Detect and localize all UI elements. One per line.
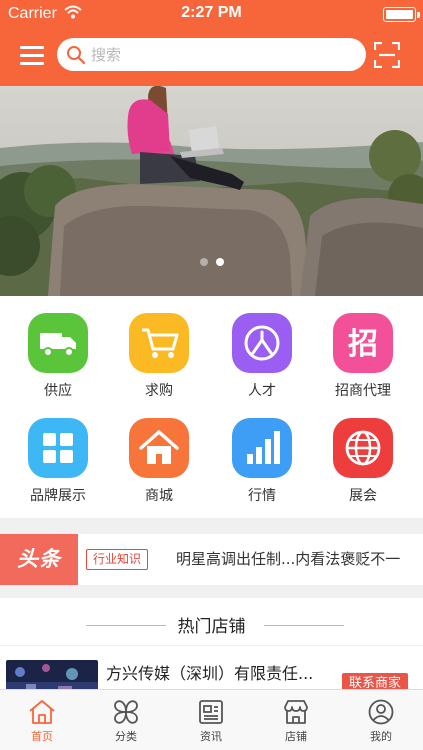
category-brand-showcase[interactable]: 品牌展示 — [5, 418, 111, 518]
carousel-dot-active[interactable] — [215, 258, 224, 266]
home-icon — [129, 418, 189, 478]
category-label: 行情 — [248, 488, 276, 504]
battery-icon — [383, 7, 420, 22]
nav-bar — [0, 30, 423, 80]
tab-categories[interactable]: 分类 — [84, 690, 168, 750]
bottom-tab-bar: 首页 分类 资讯 店铺 我的 — [0, 689, 423, 750]
bar-chart-icon — [232, 418, 292, 478]
section-title: 热门店铺 — [177, 617, 246, 637]
scan-icon[interactable] — [373, 41, 401, 69]
tab-label: 我的 — [370, 730, 392, 743]
tab-label: 首页 — [31, 730, 53, 743]
globe-icon — [333, 418, 393, 478]
category-mall[interactable]: 商城 — [106, 418, 212, 518]
carousel-dot[interactable] — [199, 258, 208, 266]
carousel-dots — [0, 251, 423, 270]
tab-label: 店铺 — [285, 730, 307, 743]
category-purchase[interactable]: 求购 — [106, 313, 212, 413]
zhao-char-icon: 招 — [333, 313, 393, 373]
category-exhibition[interactable]: 展会 — [310, 418, 416, 518]
category-label: 品牌展示 — [30, 488, 86, 504]
tab-shops[interactable]: 店铺 — [254, 690, 338, 750]
category-label: 商城 — [145, 488, 173, 504]
tab-label: 资讯 — [200, 730, 222, 743]
tab-label: 分类 — [115, 730, 137, 743]
divider — [264, 625, 344, 626]
tab-me[interactable]: 我的 — [339, 690, 423, 750]
category-label: 供应 — [44, 383, 72, 399]
category-label: 人才 — [248, 383, 276, 399]
category-market-quotes[interactable]: 行情 — [209, 418, 315, 518]
section-header: 热门店铺 — [0, 598, 423, 646]
category-label: 招商代理 — [335, 383, 391, 399]
search-icon — [66, 45, 86, 69]
app-header: Carrier 2:27 PM — [0, 0, 423, 86]
search-input[interactable] — [91, 38, 351, 71]
headline-ticker: 头条 行业知识 明星高调出任制...内看法褒贬不一 — [0, 534, 423, 585]
shopping-cart-icon — [129, 313, 189, 373]
headline-news-text[interactable]: 明星高调出任制...内看法褒贬不一 — [176, 548, 423, 569]
home-outline-icon — [29, 700, 55, 724]
shop-list-item[interactable]: 方兴传媒（深圳）有限责任... 联系商家 — [0, 646, 423, 700]
category-talent[interactable]: 人才 — [209, 313, 315, 413]
truck-icon — [28, 313, 88, 373]
category-grid: 供应 求购 人才 招 招商代理 品牌展示 商城 行情 展会 — [0, 296, 423, 518]
shop-name: 方兴传媒（深圳）有限责任... — [106, 664, 314, 683]
status-bar: Carrier 2:27 PM — [0, 0, 423, 28]
news-icon — [199, 700, 223, 724]
svg-text:招: 招 — [348, 327, 378, 362]
banner-carousel[interactable] — [0, 86, 423, 296]
person-icon — [232, 313, 292, 373]
status-time: 2:27 PM — [181, 4, 242, 21]
headline-brand: 头条 — [0, 534, 78, 585]
category-investment-agency[interactable]: 招 招商代理 — [310, 313, 416, 413]
category-label: 求购 — [145, 383, 173, 399]
category-supply[interactable]: 供应 — [5, 313, 111, 413]
headline-tag: 行业知识 — [86, 549, 149, 570]
search-bar[interactable] — [57, 38, 366, 71]
tab-home[interactable]: 首页 — [0, 690, 84, 750]
grid-tiles-icon — [28, 418, 88, 478]
category-label: 展会 — [349, 488, 377, 504]
menu-icon[interactable] — [20, 43, 44, 67]
storefront-icon — [284, 700, 308, 724]
tab-news[interactable]: 资讯 — [169, 690, 253, 750]
clover-icon — [114, 700, 138, 724]
app-screen: Carrier 2:27 PM 搜索 供应 求购 人才 招 招商代理 品牌展示 … — [0, 0, 423, 750]
user-icon — [368, 699, 394, 725]
